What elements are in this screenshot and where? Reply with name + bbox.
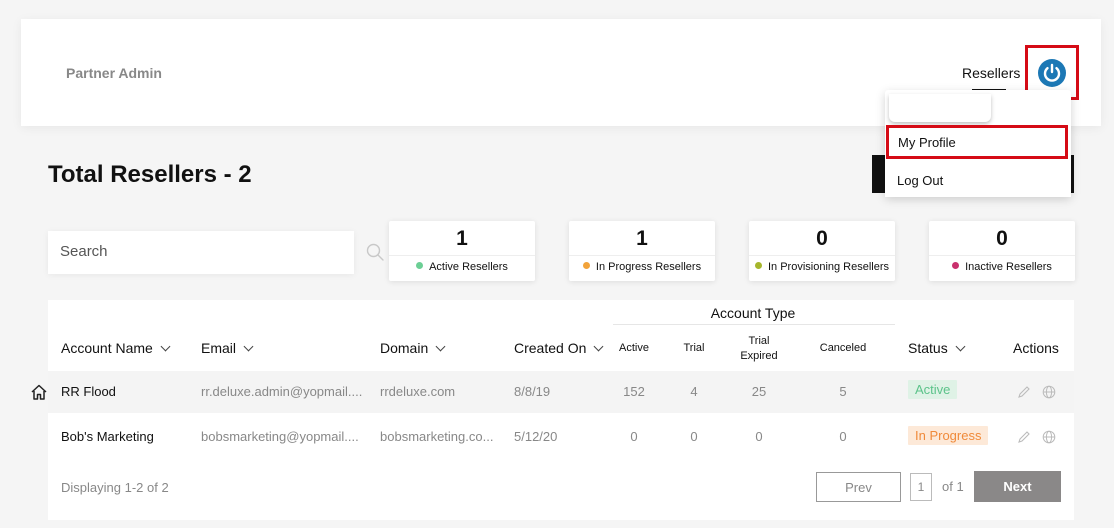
- cell-canceled: 0: [839, 429, 847, 444]
- add-reseller-button-edge[interactable]: [872, 155, 886, 193]
- prev-button[interactable]: Prev: [816, 472, 901, 502]
- column-header-canceled: Canceled: [819, 342, 867, 354]
- cell-canceled: 5: [839, 384, 847, 399]
- globe-icon[interactable]: [1042, 385, 1056, 399]
- status-badge: In Progress: [908, 426, 989, 445]
- cell-email: bobsmarketing@yopmail....: [201, 429, 359, 444]
- chevron-down-icon: [160, 341, 171, 352]
- stat-count: 1: [636, 227, 648, 250]
- divider: [929, 255, 1075, 256]
- edit-icon[interactable]: [1017, 385, 1031, 399]
- divider: [389, 255, 535, 256]
- column-header-domain[interactable]: Domain: [380, 340, 446, 356]
- stat-count: 0: [816, 227, 828, 250]
- chevron-down-icon: [955, 341, 966, 352]
- cell-active: 152: [623, 384, 645, 399]
- stat-label-text: Inactive Resellers: [965, 261, 1052, 273]
- divider: [613, 324, 895, 325]
- column-label: Trial: [748, 335, 770, 347]
- cell-created-on: 5/12/20: [514, 429, 558, 444]
- column-header-account-name[interactable]: Account Name: [61, 340, 171, 356]
- home-icon: [31, 384, 47, 400]
- column-header-trial-expired: Trial Expired: [735, 334, 783, 364]
- cell-account-name[interactable]: RR Flood: [61, 384, 116, 399]
- cell-created-on: 8/8/19: [514, 384, 551, 399]
- power-icon: [1038, 58, 1066, 87]
- status-badge: Active: [908, 380, 958, 399]
- status-dot-icon: [582, 262, 590, 269]
- cell-trial-expired: 0: [755, 429, 763, 444]
- stat-label-text: In Provisioning Resellers: [767, 261, 890, 273]
- dropdown-caption: [889, 94, 991, 122]
- cell-trial: 4: [690, 384, 698, 399]
- cell-account-name[interactable]: Bob's Marketing: [61, 429, 154, 444]
- column-header-trial: Trial: [683, 342, 705, 354]
- column-label: Expired: [740, 350, 778, 362]
- divider: [569, 255, 715, 256]
- stat-card-in-provisioning[interactable]: 0 In Provisioning Resellers: [749, 221, 895, 281]
- next-button[interactable]: Next: [974, 471, 1061, 502]
- search-input[interactable]: [60, 243, 310, 260]
- page-title: Total Resellers - 2: [48, 161, 252, 188]
- column-header-actions: Actions: [1013, 340, 1059, 356]
- stat-count: 0: [996, 227, 1008, 250]
- globe-icon[interactable]: [1042, 430, 1056, 444]
- stat-card-inactive[interactable]: 0 Inactive Resellers: [929, 221, 1075, 281]
- column-label: Account Name: [61, 340, 153, 356]
- chevron-down-icon: [593, 341, 604, 352]
- column-header-email[interactable]: Email: [201, 340, 254, 356]
- cell-domain: bobsmarketing.co...: [380, 429, 494, 444]
- stat-label: In Provisioning Resellers: [749, 261, 895, 273]
- column-header-active: Active: [619, 342, 649, 354]
- stat-label-text: In Progress Resellers: [595, 261, 702, 273]
- stat-label-text: Active Resellers: [429, 261, 508, 273]
- page-total: of 1: [942, 479, 964, 494]
- stat-card-in-progress[interactable]: 1 In Progress Resellers: [569, 221, 715, 281]
- cell-domain: rrdeluxe.com: [380, 384, 456, 399]
- stat-label: Inactive Resellers: [929, 261, 1075, 273]
- user-dropdown-menu: My Profile Log Out: [885, 90, 1071, 197]
- pagination-summary: Displaying 1-2 of 2: [61, 480, 169, 495]
- search-icon[interactable]: [365, 242, 385, 262]
- stat-label: In Progress Resellers: [569, 261, 715, 273]
- column-label: Email: [201, 340, 237, 356]
- column-label: Domain: [380, 340, 429, 356]
- status-dot-icon: [754, 262, 762, 269]
- chevron-down-icon: [243, 341, 254, 352]
- column-label: Status: [908, 340, 948, 356]
- chevron-down-icon: [435, 341, 446, 352]
- column-header-created-on[interactable]: Created On: [514, 340, 604, 356]
- cell-trial: 0: [690, 429, 698, 444]
- stat-count: 1: [456, 227, 468, 250]
- cell-trial-expired: 25: [751, 384, 767, 399]
- cell-active: 0: [630, 429, 638, 444]
- divider: [749, 255, 895, 256]
- status-dot-icon: [952, 262, 960, 269]
- search-box: [48, 231, 384, 274]
- account-type-header: Account Type: [710, 305, 796, 321]
- menu-item-my-profile[interactable]: My Profile: [886, 125, 1068, 159]
- page-number-input[interactable]: 1: [910, 473, 932, 501]
- column-label: Created On: [514, 340, 587, 356]
- menu-item-log-out[interactable]: Log Out: [885, 163, 1071, 197]
- brand-title[interactable]: Partner Admin: [66, 65, 162, 81]
- stat-card-active[interactable]: 1 Active Resellers: [389, 221, 535, 281]
- edit-icon[interactable]: [1017, 430, 1031, 444]
- nav-resellers-link[interactable]: Resellers: [962, 65, 1020, 81]
- cell-email: rr.deluxe.admin@yopmail....: [201, 384, 363, 399]
- column-header-status[interactable]: Status: [908, 340, 966, 356]
- stat-label: Active Resellers: [389, 261, 535, 273]
- status-dot-icon: [416, 262, 424, 269]
